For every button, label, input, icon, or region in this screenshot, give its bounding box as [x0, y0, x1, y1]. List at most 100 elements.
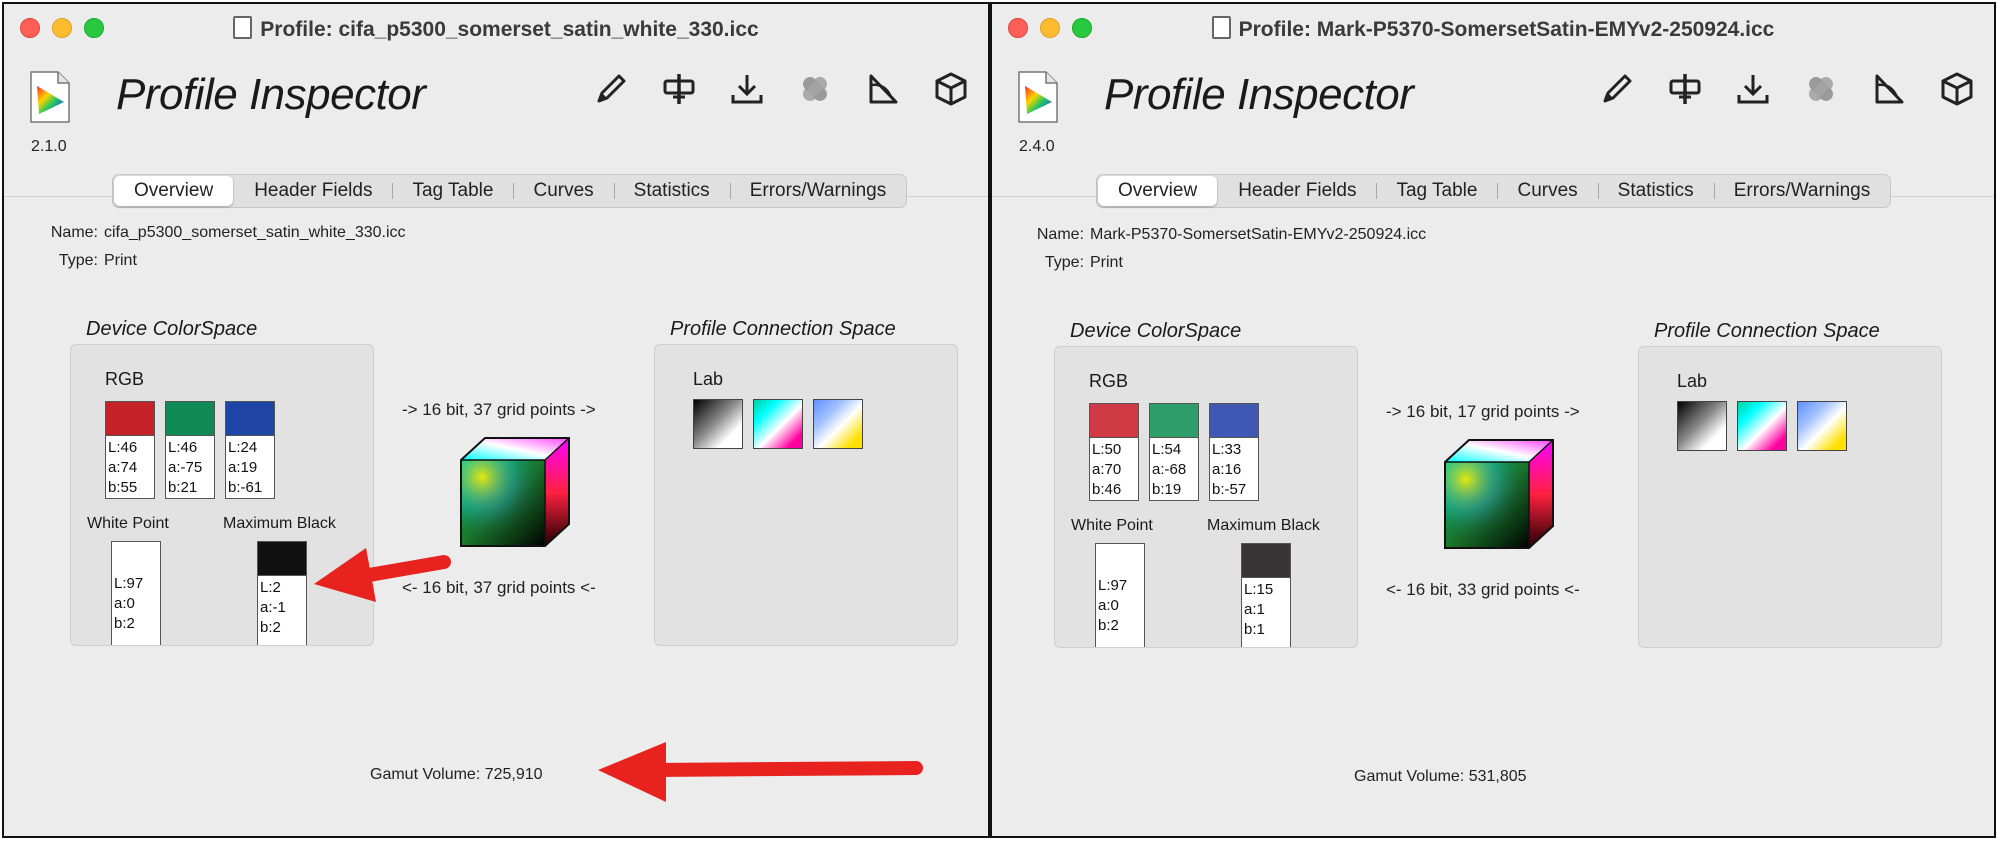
app-title: Profile Inspector: [116, 70, 426, 119]
green-primary-swatch: L:46 a:-75 b:21: [165, 401, 215, 499]
title-bar[interactable]: Profile: Mark-P5370-SomersetSatin-EMYv2-…: [992, 4, 1994, 54]
device-colorspace-panel: RGB L:50 a:70 b:46 L:54 a:-68 b:19 L:33 a:16 b…: [1054, 346, 1358, 648]
swatch-a-value: a:-68: [1152, 461, 1187, 478]
max-black-swatch: L:2 a:-1 b:2: [257, 541, 307, 645]
swatch-a-value: a:-75: [168, 459, 203, 476]
profile-type-row: Type: Print: [1026, 254, 1123, 272]
swatch-l-value: L:33: [1212, 441, 1242, 458]
profile-type-value: Print: [104, 252, 137, 269]
max-black-swatch: L:15 a:1 b:1: [1241, 543, 1291, 647]
swatch-l-value: L:97: [1098, 577, 1128, 594]
swatch-l-value: L:24: [228, 439, 258, 456]
max-black-label: Maximum Black: [223, 515, 336, 532]
swatch-a-value: a:70: [1092, 461, 1122, 478]
gamut-volume-row: Gamut Volume: 531,805: [1354, 768, 1527, 786]
white-point-label: White Point: [1071, 517, 1153, 534]
green-primary-swatch: L:54 a:-68 b:19: [1149, 403, 1199, 501]
profile-window-left: Profile: cifa_p5300_somerset_satin_white…: [2, 2, 990, 838]
swatch-l-value: L:50: [1092, 441, 1122, 458]
download-icon[interactable]: [1734, 70, 1772, 108]
gamut-volume-value: 531,805: [1468, 768, 1527, 785]
swatch-b-value: b:55: [108, 479, 138, 496]
profile-name-value: Mark-P5370-SomersetSatin-EMYv2-250924.ic…: [1090, 226, 1427, 243]
swatch-color: [1210, 404, 1258, 438]
b-axis-swatch: [813, 399, 863, 449]
swatch-color: [166, 402, 214, 436]
swatch-l-value: L:54: [1152, 441, 1182, 458]
swatch-l-value: L:15: [1244, 581, 1274, 598]
app-version: 2.1.0: [31, 138, 67, 155]
tab-overview[interactable]: Overview: [114, 176, 234, 206]
cube-icon[interactable]: [932, 70, 970, 108]
pcs-title: Profile Connection Space: [1654, 320, 1880, 342]
white-point-swatch: L:97 a:0 b:2: [111, 541, 161, 645]
white-point-label: White Point: [87, 515, 169, 532]
device-colorspace-title: Device ColorSpace: [86, 318, 258, 340]
swatch-a-value: a:1: [1244, 601, 1265, 618]
tab-overview[interactable]: Overview: [1098, 176, 1218, 206]
tab-header-fields[interactable]: Header Fields: [1218, 175, 1376, 207]
title-bar[interactable]: Profile: cifa_p5300_somerset_satin_white…: [4, 4, 988, 54]
compare-icon[interactable]: [660, 70, 698, 108]
tab-bar: Overview Header Fields Tag Table Curves …: [112, 174, 908, 208]
red-primary-swatch: L:50 a:70 b:46: [1089, 403, 1139, 501]
gamut-icon[interactable]: [864, 70, 902, 108]
tab-bar: Overview Header Fields Tag Table Curves …: [1096, 174, 1892, 208]
tab-statistics[interactable]: Statistics: [613, 175, 730, 207]
download-icon[interactable]: [728, 70, 766, 108]
gamut-volume-label: Gamut Volume:: [1354, 768, 1465, 785]
swatch-l-value: L:2: [260, 579, 281, 596]
reverse-transform-text: <- 16 bit, 33 grid points <-: [1386, 580, 1580, 599]
blue-primary-swatch: L:33 a:16 b:-57: [1209, 403, 1259, 501]
tab-errors-warnings[interactable]: Errors/Warnings: [729, 175, 907, 207]
forward-transform-text: -> 16 bit, 17 grid points ->: [1386, 402, 1580, 421]
gamut-icon[interactable]: [1870, 70, 1908, 108]
swatch-b-value: b:2: [260, 619, 281, 636]
tab-tag-table[interactable]: Tag Table: [1376, 175, 1497, 207]
max-black-label: Maximum Black: [1207, 517, 1320, 534]
cube-icon[interactable]: [1938, 70, 1976, 108]
swatch-b-value: b:2: [114, 615, 135, 632]
a-axis-swatch: [753, 399, 803, 449]
b-axis-swatch: [1797, 401, 1847, 451]
device-colorspace-title: Device ColorSpace: [1070, 320, 1242, 342]
pcs-space-label: Lab: [1677, 371, 1708, 391]
swatch-a-value: a:19: [228, 459, 258, 476]
bandage-icon[interactable]: [1802, 70, 1840, 108]
swatch-l-value: L:46: [168, 439, 198, 456]
pcs-panel: Lab: [654, 344, 958, 646]
pencil-icon[interactable]: [592, 70, 630, 108]
name-label: Name:: [50, 224, 98, 241]
lightness-swatch: [1677, 401, 1727, 451]
compare-icon[interactable]: [1666, 70, 1704, 108]
tab-curves[interactable]: Curves: [513, 175, 613, 207]
white-point-swatch: L:97 a:0 b:2: [1095, 543, 1145, 647]
swatch-color: [1150, 404, 1198, 438]
pcs-title: Profile Connection Space: [670, 318, 896, 340]
swatch-a-value: a:-1: [260, 599, 286, 616]
type-label: Type:: [1044, 254, 1084, 271]
device-space-label: RGB: [105, 369, 145, 389]
profile-type-value: Print: [1090, 254, 1123, 271]
profile-type-row: Type: Print: [40, 252, 137, 270]
pencil-icon[interactable]: [1598, 70, 1636, 108]
swatch-color: [1242, 544, 1290, 578]
tab-header-fields[interactable]: Header Fields: [234, 175, 392, 207]
app-logo-icon: [30, 71, 70, 123]
profile-name-row: Name: Mark-P5370-SomersetSatin-EMYv2-2509…: [1026, 226, 1426, 244]
swatch-b-value: b:-61: [228, 479, 263, 496]
bandage-icon[interactable]: [796, 70, 834, 108]
swatch-a-value: a:74: [108, 459, 138, 476]
max-black-callout-arrow: [314, 548, 451, 602]
tab-curves[interactable]: Curves: [1497, 175, 1597, 207]
document-icon: [1211, 16, 1231, 39]
swatch-b-value: b:1: [1244, 621, 1265, 638]
window-title: Profile: cifa_p5300_somerset_satin_white…: [4, 16, 988, 42]
swatch-color: [226, 402, 274, 436]
tab-statistics[interactable]: Statistics: [1597, 175, 1714, 207]
tab-tag-table[interactable]: Tag Table: [392, 175, 513, 207]
tab-errors-warnings[interactable]: Errors/Warnings: [1713, 175, 1891, 207]
a-axis-swatch: [1737, 401, 1787, 451]
profile-name-row: Name: cifa_p5300_somerset_satin_white_330…: [40, 224, 406, 242]
toolbar: [592, 70, 970, 108]
